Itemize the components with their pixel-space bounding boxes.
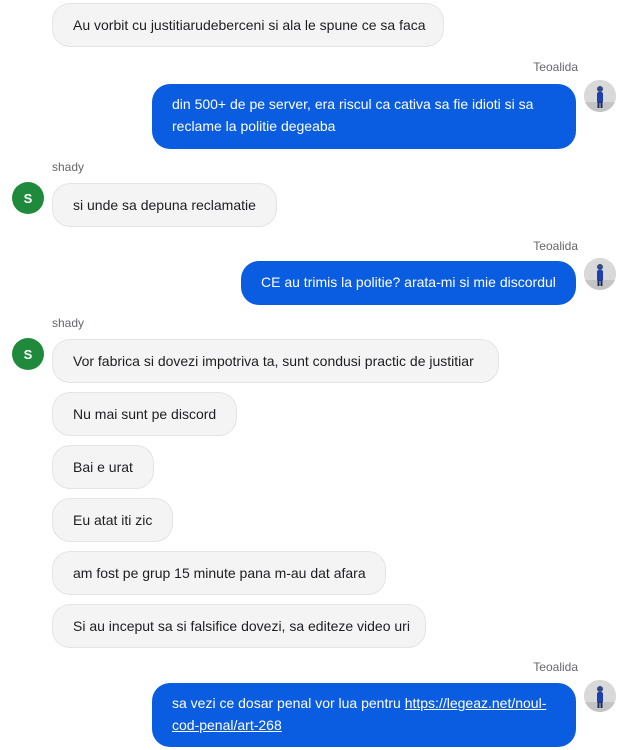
- message-outgoing: CE au trimis la politie? arata-mi si mie…: [241, 261, 576, 305]
- sender-name: Teoalida: [533, 660, 578, 674]
- message-incoming: Vor fabrica si dovezi impotriva ta, sunt…: [52, 339, 499, 383]
- avatar-letter: S: [23, 190, 33, 206]
- message-text: Vor fabrica si dovezi impotriva ta, sunt…: [73, 353, 474, 369]
- message-incoming: Nu mai sunt pe discord: [52, 392, 237, 436]
- message-text: Au vorbit cu justitiarudeberceni si ala …: [73, 17, 426, 33]
- sender-name: Teoalida: [533, 60, 578, 74]
- message-text: si unde sa depuna reclamatie: [73, 197, 256, 213]
- avatar: [584, 80, 616, 112]
- message-incoming: Bai e urat: [52, 445, 154, 489]
- message-outgoing: din 500+ de pe server, era riscul ca cat…: [152, 84, 576, 149]
- message-text: din 500+ de pe server, era riscul ca cat…: [172, 96, 534, 134]
- message-outgoing: sa vezi ce dosar penal vor lua pentru ht…: [152, 683, 576, 747]
- message-text: CE au trimis la politie? arata-mi si mie…: [261, 274, 556, 290]
- message-text: Eu atat iti zic: [73, 512, 153, 528]
- message-incoming: Au vorbit cu justitiarudeberceni si ala …: [52, 3, 444, 47]
- sender-name: shady: [52, 316, 85, 330]
- sender-name: Teoalida: [533, 239, 578, 253]
- sender-name: shady: [52, 160, 85, 174]
- message-text: sa vezi ce dosar penal vor lua pentru: [172, 695, 405, 711]
- message-text: Bai e urat: [73, 459, 133, 475]
- user-photo-icon: [584, 258, 616, 290]
- avatar: [584, 680, 616, 712]
- avatar: S: [12, 182, 44, 214]
- message-incoming: Eu atat iti zic: [52, 498, 173, 542]
- message-text: Nu mai sunt pe discord: [73, 406, 217, 422]
- avatar: S: [12, 338, 44, 370]
- message-incoming: Si au inceput sa si falsifice dovezi, sa…: [52, 604, 426, 648]
- user-photo-icon: [584, 80, 616, 112]
- message-text: am fost pe grup 15 minute pana m-au dat …: [73, 565, 366, 581]
- user-photo-icon: [584, 680, 616, 712]
- message-incoming: am fost pe grup 15 minute pana m-au dat …: [52, 551, 386, 595]
- avatar-letter: S: [23, 346, 33, 362]
- message-text: Si au inceput sa si falsifice dovezi, sa…: [73, 618, 410, 634]
- message-incoming: si unde sa depuna reclamatie: [52, 183, 277, 227]
- avatar: [584, 258, 616, 290]
